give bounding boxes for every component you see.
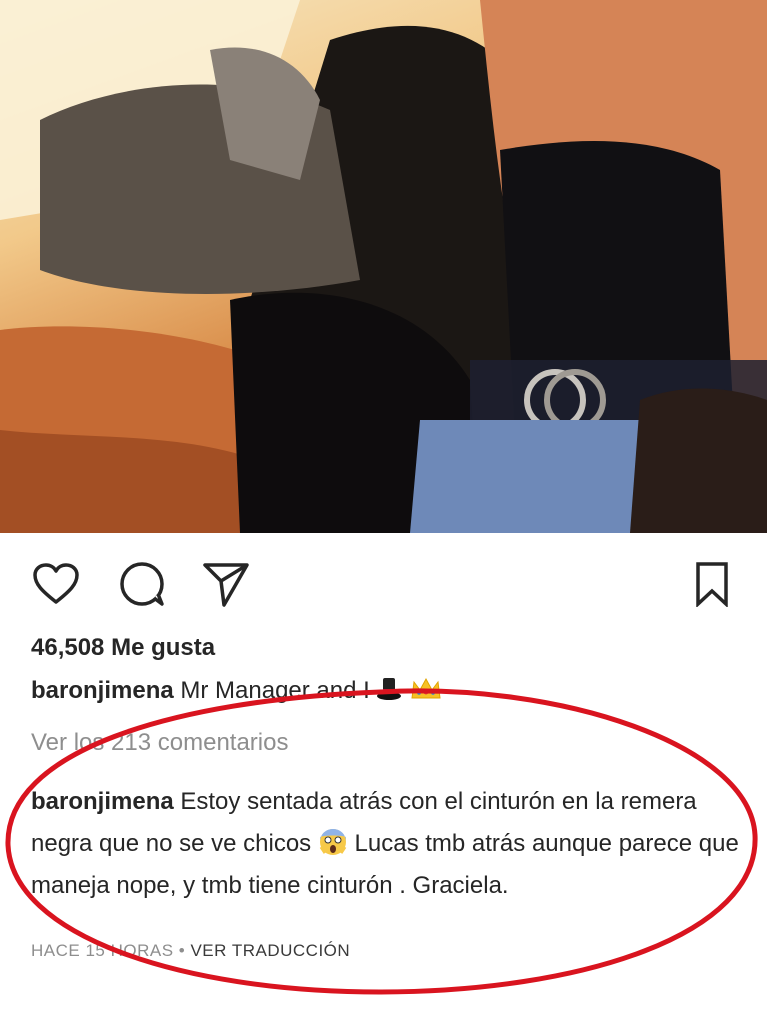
comment-icon[interactable]	[116, 558, 168, 610]
caption-username[interactable]: baronjimena	[31, 677, 174, 704]
top-hat-emoji	[377, 678, 402, 700]
comment-username[interactable]: baronjimena	[31, 788, 174, 815]
heart-icon[interactable]	[30, 558, 82, 610]
view-comments-link[interactable]: Ver los 213 comentarios	[31, 729, 288, 757]
action-bar	[0, 548, 767, 618]
paper-plane-icon[interactable]	[200, 558, 252, 610]
photo-content	[0, 0, 767, 533]
meta-separator: •	[178, 941, 186, 960]
post-caption: baronjimena Mr Manager and I	[31, 676, 443, 705]
comment-meta: HACE 15 HORAS • VER TRADUCCIÓN	[31, 941, 350, 961]
comment: baronjimena Estoy sentada atrás con el c…	[31, 781, 741, 907]
crown-emoji	[411, 677, 441, 699]
bookmark-icon[interactable]	[686, 558, 738, 610]
see-translation-link[interactable]: VER TRADUCCIÓN	[190, 941, 350, 960]
likes-count[interactable]: 46,508 Me gusta	[31, 634, 215, 662]
post-photo[interactable]	[0, 0, 767, 533]
time-ago: HACE 15 HORAS	[31, 941, 174, 960]
caption-text: Mr Manager and I	[180, 677, 370, 704]
screaming-face-emoji	[319, 829, 347, 855]
